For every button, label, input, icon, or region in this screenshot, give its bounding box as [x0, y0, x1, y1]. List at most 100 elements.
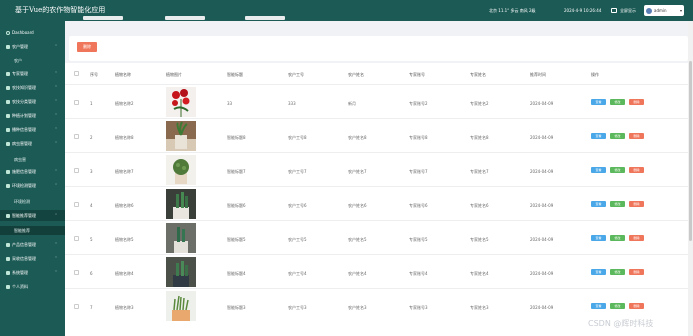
edit-button[interactable]: 修改 [610, 303, 625, 309]
delete-button[interactable]: 删除 [629, 235, 644, 241]
col-header: 操作 [591, 72, 599, 77]
sidebar-sub-farmer[interactable]: 农户 [14, 58, 22, 64]
delete-button[interactable]: 删除 [629, 99, 644, 105]
view-button[interactable]: 查看 [591, 167, 606, 173]
edit-button[interactable]: 修改 [610, 99, 625, 105]
menu-icon [6, 85, 10, 90]
delete-button[interactable]: 删除 [629, 133, 644, 139]
cell-farmer-name: 农户姓名4 [348, 271, 367, 276]
col-header: 推荐时间 [530, 72, 546, 77]
sidebar-item-fertilize[interactable]: 施肥信息管理 ˅ [0, 166, 65, 177]
row-checkbox[interactable] [74, 270, 79, 275]
table-row: 7 植物名称3 智能标题3 农户工号3 农户姓名3 专家账号3 专家姓名3 2024-04-0… [65, 288, 688, 322]
sidebar-item-plan[interactable]: 种植计划管理 ˅ [0, 110, 65, 121]
sidebar-item-expert-mgmt[interactable]: 专家管理 ˅ [0, 68, 65, 79]
watermark: CSDN @辉时科技 [588, 319, 654, 328]
edit-button[interactable]: 修改 [610, 201, 625, 207]
delete-button[interactable]: 删除 [629, 269, 644, 275]
sidebar-item-system[interactable]: 系统管理 ˅ [0, 267, 65, 278]
view-button[interactable]: 查看 [591, 269, 606, 275]
cell-recommend-time: 2024-04-09 [530, 169, 554, 174]
sidebar-item-product[interactable]: 产品信息管理 ˅ [0, 239, 65, 250]
chevron-down-icon: ˅ [55, 270, 57, 275]
cell-expert-account: 专家账号5 [409, 237, 428, 242]
sidebar-item-harvest[interactable]: 采收信息管理 ˅ [0, 253, 65, 264]
sidebar-item-dashboard[interactable]: Dashboard [0, 27, 65, 38]
chevron-up-icon: ˄ [55, 141, 57, 146]
select-all-checkbox[interactable] [74, 71, 79, 76]
search-field-1[interactable] [83, 16, 123, 20]
chevron-up-icon: ˄ [55, 183, 57, 188]
plant-image [166, 121, 196, 151]
edit-button[interactable]: 修改 [610, 269, 625, 275]
delete-button[interactable]: 删除 [629, 303, 644, 309]
menu-icon [6, 256, 10, 261]
cell-title: 智能标题7 [227, 169, 246, 174]
cell-expert-account: 专家账号2 [409, 101, 428, 106]
menu-icon [6, 141, 10, 146]
cell-title: 33 [227, 101, 233, 106]
cell-expert-name: 专家姓名5 [470, 237, 489, 242]
sidebar-item-sowing[interactable]: 播种信息管理 ˅ [0, 124, 65, 135]
sidebar-sub-pest[interactable]: 病虫害 [14, 157, 26, 163]
view-button[interactable]: 查看 [591, 133, 606, 139]
dashboard-icon [6, 30, 10, 35]
cell-expert-account: 专家账号8 [409, 135, 428, 140]
cell-expert-name: 专家姓名2 [470, 101, 489, 106]
view-button[interactable]: 查看 [591, 303, 606, 309]
col-header: 农户工号 [288, 72, 304, 77]
cell-recommend-time: 2024-04-09 [530, 237, 554, 242]
row-checkbox[interactable] [74, 236, 79, 241]
table-row: 4 植物名称6 智能标题6 农户工号6 农户姓名6 专家账号6 专家姓名6 2024-04-0… [65, 186, 688, 220]
row-checkbox[interactable] [74, 100, 79, 105]
menu-icon [6, 113, 10, 118]
col-header: 植物图片 [166, 72, 182, 77]
sidebar-item-pest-mgmt[interactable]: 病虫害管理 ˄ [0, 138, 65, 149]
row-checkbox[interactable] [74, 202, 79, 207]
cell-farmer-name: 农户姓名5 [348, 237, 367, 242]
row-checkbox[interactable] [74, 168, 79, 173]
edit-button[interactable]: 修改 [610, 235, 625, 241]
cell-index: 3 [90, 169, 93, 174]
menu-icon [6, 183, 10, 188]
cell-plant-name: 植物名称3 [115, 305, 134, 310]
chevron-down-icon: ˅ [55, 169, 57, 174]
chevron-down-icon: ˅ [55, 71, 57, 76]
sidebar-item-env-mgmt[interactable]: 环境检测管理 ˄ [0, 180, 65, 191]
batch-delete-button[interactable]: 删除 [77, 42, 97, 52]
row-checkbox[interactable] [74, 304, 79, 309]
cell-farmer-id: 农户工号6 [288, 203, 307, 208]
col-header: 专家姓名 [470, 72, 486, 77]
sidebar-sub-env[interactable]: 环境检测 [14, 199, 30, 205]
sidebar-item-farmer-mgmt[interactable]: 农户管理 ˄ [0, 41, 65, 52]
view-button[interactable]: 查看 [591, 99, 606, 105]
cell-plant-name: 植物名称7 [115, 169, 134, 174]
page-scrollbar[interactable] [688, 21, 693, 336]
edit-button[interactable]: 修改 [610, 133, 625, 139]
cell-farmer-id: 农户工号5 [288, 237, 307, 242]
cell-title: 智能标题3 [227, 305, 246, 310]
edit-button[interactable]: 修改 [610, 167, 625, 173]
search-field-2[interactable] [165, 16, 205, 20]
cell-recommend-time: 2024-04-09 [530, 101, 554, 106]
delete-button[interactable]: 删除 [629, 167, 644, 173]
cell-plant-name: 植物名称5 [115, 237, 134, 242]
chevron-down-icon: ˅ [55, 242, 57, 247]
sidebar-sub-recommend[interactable]: 智能推荐 [14, 228, 30, 234]
sidebar-item-profile[interactable]: 个人资料 [0, 281, 65, 292]
sidebar-item-knowledge[interactable]: 农技知识管理 ˅ [0, 82, 65, 93]
cell-farmer-id: 农户工号3 [288, 305, 307, 310]
delete-button[interactable]: 删除 [629, 201, 644, 207]
cell-title: 智能标题6 [227, 203, 246, 208]
table-row: 2 植物名称8 智能标题8 农户工号8 农户姓名8 专家账号8 专家姓名8 2024-04-0… [65, 118, 688, 152]
sidebar-item-recommend-mgmt[interactable]: 智能推荐管理 ˄ [0, 210, 65, 221]
search-field-3[interactable] [245, 16, 285, 20]
sidebar-item-category[interactable]: 农技分类管理 ˅ [0, 96, 65, 107]
view-button[interactable]: 查看 [591, 201, 606, 207]
row-checkbox[interactable] [74, 134, 79, 139]
col-header: 智能标题 [227, 72, 243, 77]
scrollbar-thumb[interactable] [689, 61, 692, 241]
cell-farmer-name: 农户姓名6 [348, 203, 367, 208]
person-icon [6, 242, 10, 247]
view-button[interactable]: 查看 [591, 235, 606, 241]
